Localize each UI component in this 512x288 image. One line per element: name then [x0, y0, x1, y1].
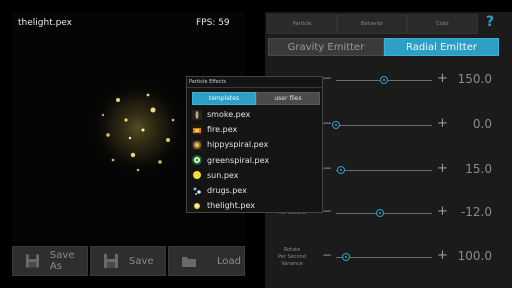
decrement-button[interactable]: −: [322, 204, 332, 218]
file-item[interactable]: smoke.pex: [192, 108, 250, 121]
save-as-label: Save As: [49, 250, 75, 272]
smoke-icon: [192, 109, 202, 120]
sun-icon: [193, 171, 201, 180]
save-button[interactable]: Save: [90, 246, 166, 276]
file-name: drugs.pex: [207, 186, 247, 195]
save-as-icon: [25, 254, 39, 268]
slider-thumb[interactable]: [332, 121, 340, 129]
value-slider[interactable]: [336, 125, 432, 126]
file-name: greenspiral.pex: [207, 155, 270, 165]
value-readout: 15.0: [465, 162, 492, 176]
value-readout: 0.0: [472, 117, 492, 131]
value-readout: -12.0: [460, 205, 492, 219]
file-item[interactable]: greenspiral.pex: [192, 154, 269, 167]
fps-counter: FPS: 59: [196, 18, 230, 28]
file-name: hippyspiral.pex: [207, 140, 269, 150]
slider-thumb[interactable]: [380, 76, 388, 84]
hippyspiral-icon: [192, 139, 202, 150]
save-label: Save: [129, 255, 154, 267]
tab-user-files[interactable]: user files: [256, 92, 320, 105]
help-button[interactable]: ?: [486, 14, 494, 30]
folder-icon: [182, 257, 196, 267]
decrement-button[interactable]: −: [322, 248, 332, 262]
gravity-emitter-button[interactable]: Gravity Emitter: [268, 38, 384, 56]
file-name: thelight.pex: [207, 201, 255, 211]
file-item[interactable]: drugs.pex: [192, 184, 247, 197]
radial-emitter-button[interactable]: Radial Emitter: [384, 38, 499, 56]
save-icon: [104, 254, 118, 268]
thelight-icon: [192, 200, 202, 211]
value-readout: 100.0: [457, 249, 492, 263]
dialog-divider: [187, 87, 322, 88]
decrement-button[interactable]: −: [322, 71, 332, 85]
value-slider[interactable]: [336, 213, 432, 214]
file-name: sun.pex: [207, 170, 239, 180]
preview-title: thelight.pex: [18, 18, 72, 28]
save-as-button[interactable]: Save As: [12, 246, 88, 276]
row-label: Rotate Per Second Variance: [278, 246, 306, 267]
decrement-button[interactable]: −: [322, 116, 332, 130]
fire-icon: [192, 124, 202, 135]
load-label: Load: [217, 255, 241, 267]
load-button[interactable]: Load: [168, 246, 245, 276]
particle-effect: [90, 80, 186, 176]
dialog-title: Particle Effects: [189, 79, 227, 85]
file-item[interactable]: sun.pex: [192, 169, 238, 182]
drugs-icon: [192, 185, 202, 196]
file-name: smoke.pex: [207, 110, 251, 119]
file-name: fire.pex: [207, 125, 238, 135]
tab-particle[interactable]: Particle: [267, 14, 337, 34]
tab-behavior[interactable]: Behavior: [337, 14, 407, 34]
decrement-button[interactable]: −: [322, 161, 332, 175]
slider-thumb[interactable]: [341, 253, 350, 261]
file-item[interactable]: hippyspiral.pex: [192, 138, 268, 151]
tab-templates[interactable]: templates: [192, 92, 256, 105]
tab-color[interactable]: Color: [407, 14, 478, 34]
value-slider[interactable]: [336, 170, 432, 171]
greenspiral-icon: [192, 155, 202, 166]
file-item[interactable]: thelight.pex: [192, 199, 255, 212]
file-item[interactable]: fire.pex: [192, 123, 237, 136]
slider-thumb[interactable]: [336, 166, 345, 174]
value-readout: 150.0: [457, 72, 492, 86]
value-slider[interactable]: [336, 257, 432, 258]
